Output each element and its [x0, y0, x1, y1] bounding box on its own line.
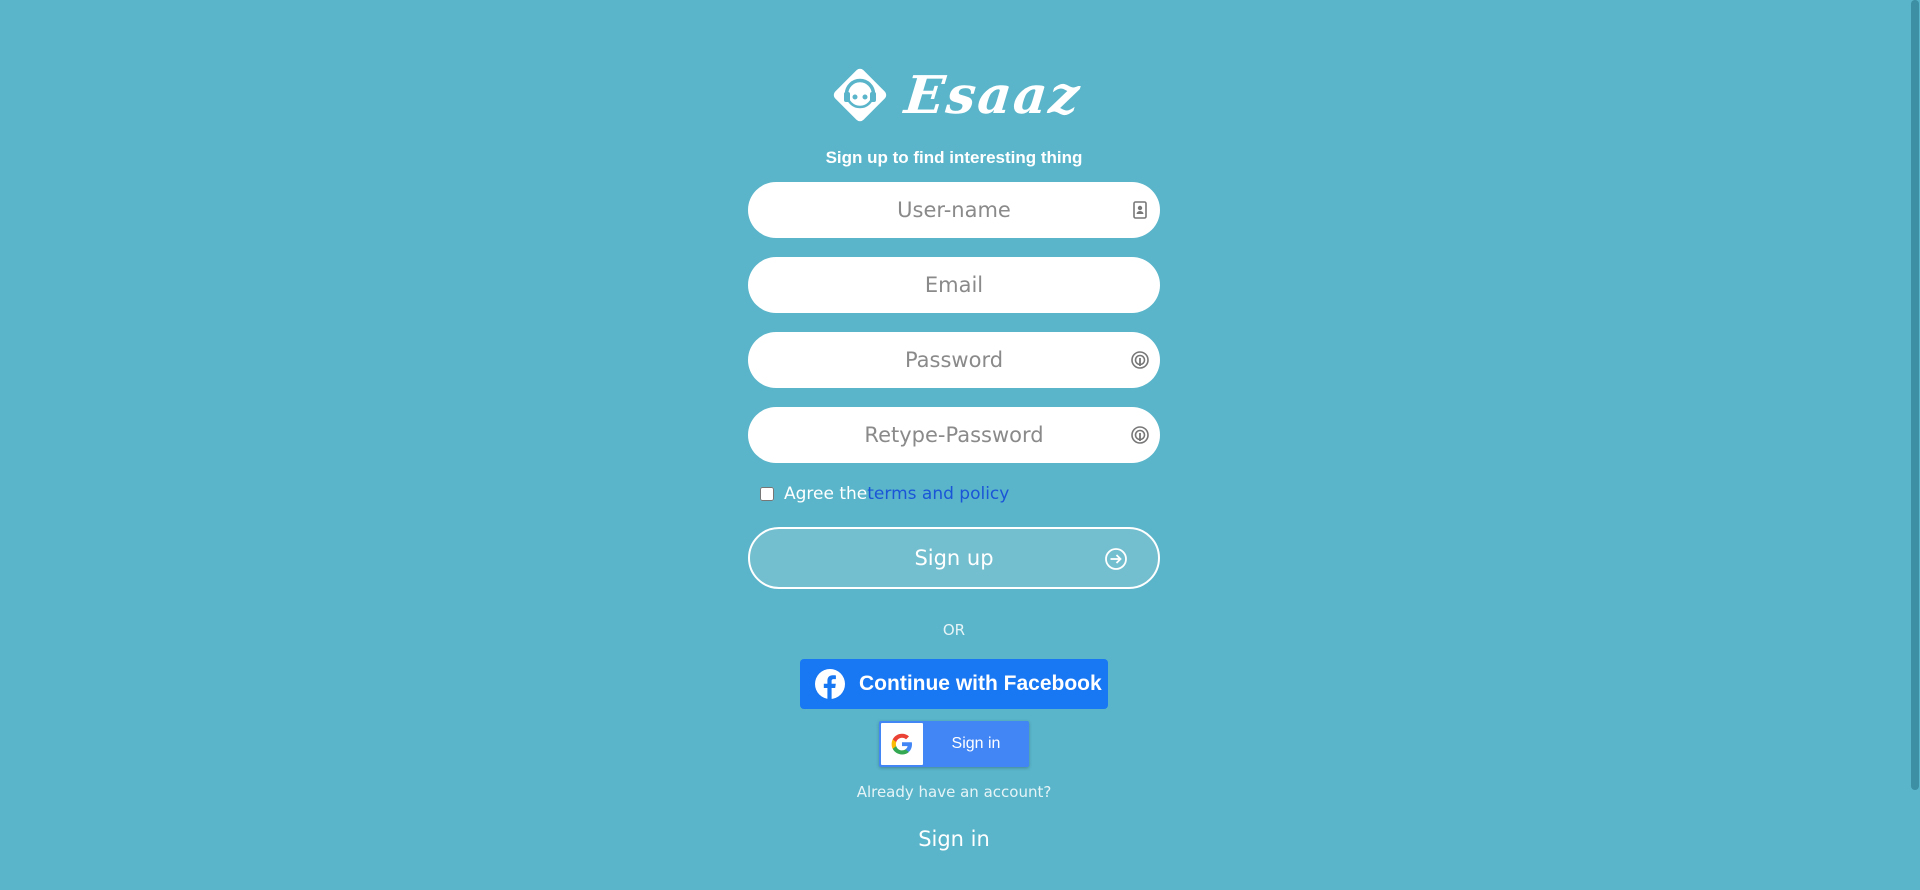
agree-terms-checkbox[interactable] — [760, 487, 774, 501]
signup-page: Esaaz Sign up to find interesting thing — [0, 0, 1910, 890]
email-input[interactable] — [748, 257, 1160, 313]
fingerprint-icon — [1131, 426, 1149, 444]
continue-with-facebook-button[interactable]: Continue with Facebook — [800, 659, 1108, 709]
or-divider: OR — [942, 621, 966, 639]
username-field-wrapper — [748, 182, 1160, 238]
arrow-right-circle-icon — [1105, 548, 1127, 570]
facebook-button-label: Continue with Facebook — [859, 672, 1102, 695]
google-icon — [891, 733, 912, 755]
fingerprint-icon — [1131, 351, 1149, 369]
brand-name: Esaaz — [901, 64, 1085, 126]
page-tagline: Sign up to find interesting thing — [825, 148, 1083, 167]
brand-header: Esaaz — [748, 60, 1160, 130]
signup-button-label: Sign up — [914, 546, 994, 570]
password-field-wrapper — [748, 332, 1160, 388]
signup-button[interactable]: Sign up — [748, 527, 1160, 589]
google-logo-box — [881, 723, 923, 765]
scrollbar[interactable] — [1910, 0, 1920, 890]
google-signin-button[interactable]: Sign in — [879, 721, 1029, 767]
facebook-icon — [815, 669, 845, 699]
contact-card-icon — [1133, 201, 1147, 219]
retype-password-input[interactable] — [748, 407, 1160, 463]
signup-form-container: Esaaz Sign up to find interesting thing — [748, 60, 1160, 851]
already-have-account-text: Already have an account? — [856, 783, 1052, 801]
scrollbar-thumb[interactable] — [1911, 0, 1919, 790]
username-input[interactable] — [748, 182, 1160, 238]
google-button-label: Sign in — [951, 735, 1001, 752]
signin-link[interactable]: Sign in — [748, 827, 1160, 851]
agree-label: Agree the — [784, 484, 868, 504]
retype-password-field-wrapper — [748, 407, 1160, 463]
terms-and-policy-link[interactable]: terms and policy — [867, 484, 1009, 504]
email-field-wrapper — [748, 257, 1160, 313]
password-input[interactable] — [748, 332, 1160, 388]
headphone-face-icon — [833, 68, 887, 122]
agree-terms-row: Agree the terms and policy — [748, 483, 1160, 505]
